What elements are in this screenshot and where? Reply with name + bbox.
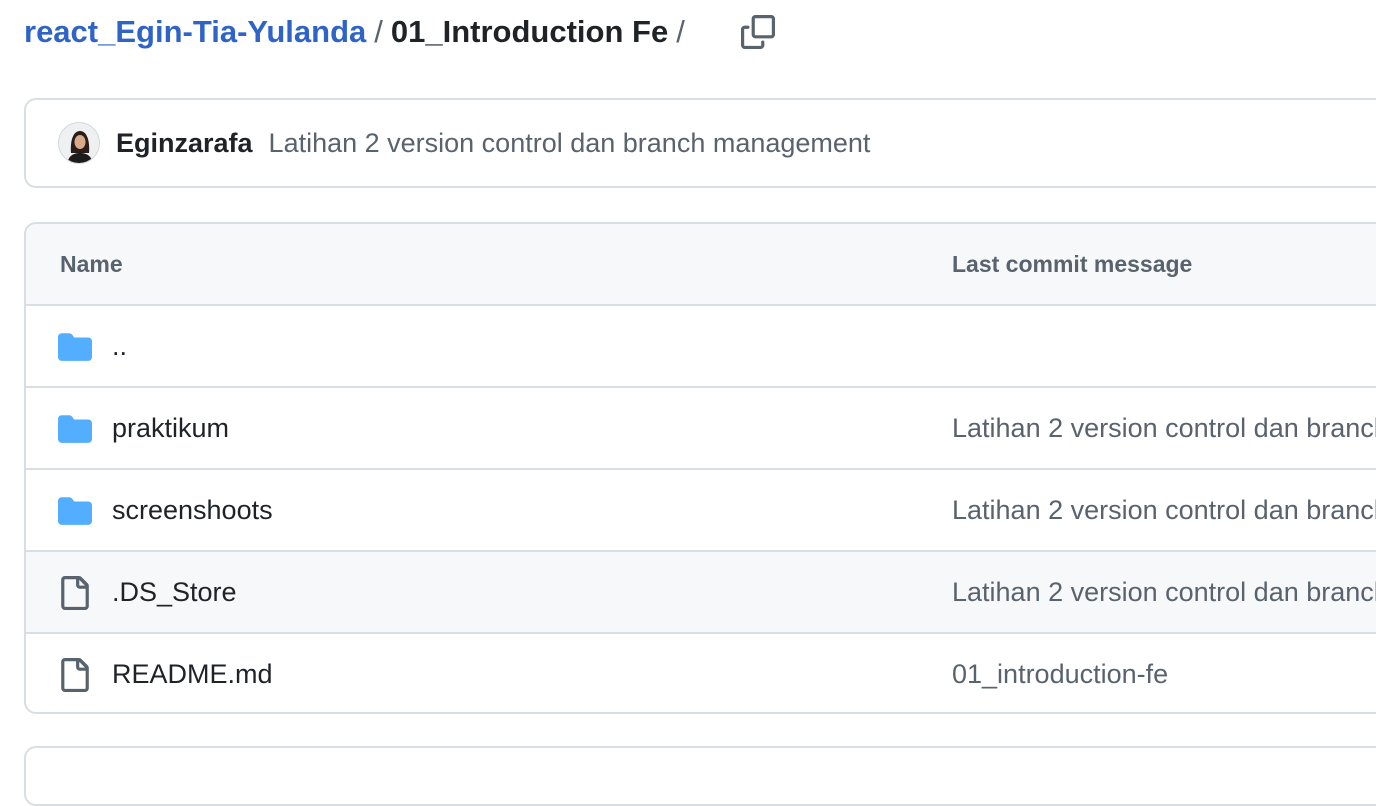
table-row-praktikum[interactable]: praktikum Latihan 2 version control dan … [26,388,1376,470]
file-commit-message[interactable]: 01_introduction-fe [952,634,1168,712]
table-row-screenshoots[interactable]: screenshoots Latihan 2 version control d… [26,470,1376,552]
file-icon [58,658,92,692]
column-header-name: Name [60,250,123,277]
copy-icon [741,15,775,49]
latest-commit-box: Eginzarafa Latihan 2 version control dan… [24,98,1376,188]
file-name[interactable]: README.md [112,634,273,712]
file-icon [58,576,92,610]
commit-author[interactable]: Eginzarafa [116,128,253,159]
table-row-ds-store[interactable]: .DS_Store Latihan 2 version control dan … [26,552,1376,634]
copy-path-button[interactable] [734,10,782,54]
file-name[interactable]: screenshoots [112,470,273,550]
file-name[interactable]: .DS_Store [112,552,237,632]
file-commit-message[interactable]: Latihan 2 version control dan branch man… [952,388,1376,468]
column-header-last-commit-message: Last commit message [952,250,1193,277]
breadcrumb-separator: / [374,14,383,49]
breadcrumb-trailing-separator: / [676,14,685,49]
breadcrumb-current-folder: 01_Introduction Fe [390,14,669,49]
commit-message[interactable]: Latihan 2 version control dan branch man… [269,128,871,159]
folder-icon [58,412,92,446]
file-name[interactable]: .. [112,306,127,386]
breadcrumb-repo-link[interactable]: react_Egin-Tia-Yulanda [24,14,366,50]
file-commit-message[interactable]: Latihan 2 version control dan branch man… [952,470,1376,550]
file-table: Name Last commit message .. praktikum La… [24,222,1376,714]
file-name[interactable]: praktikum [112,388,229,468]
table-row-parent-directory[interactable]: .. [26,306,1376,388]
readme-panel [24,746,1376,806]
folder-icon [58,330,92,364]
avatar[interactable] [58,122,100,164]
file-commit-message[interactable]: Latihan 2 version control dan branch man… [952,552,1376,632]
table-row-readme[interactable]: README.md 01_introduction-fe [26,634,1376,712]
file-table-header: Name Last commit message [26,224,1376,306]
avatar-image [59,123,99,163]
breadcrumb: react_Egin-Tia-Yulanda / 01_Introduction… [24,8,693,56]
folder-icon [58,494,92,528]
